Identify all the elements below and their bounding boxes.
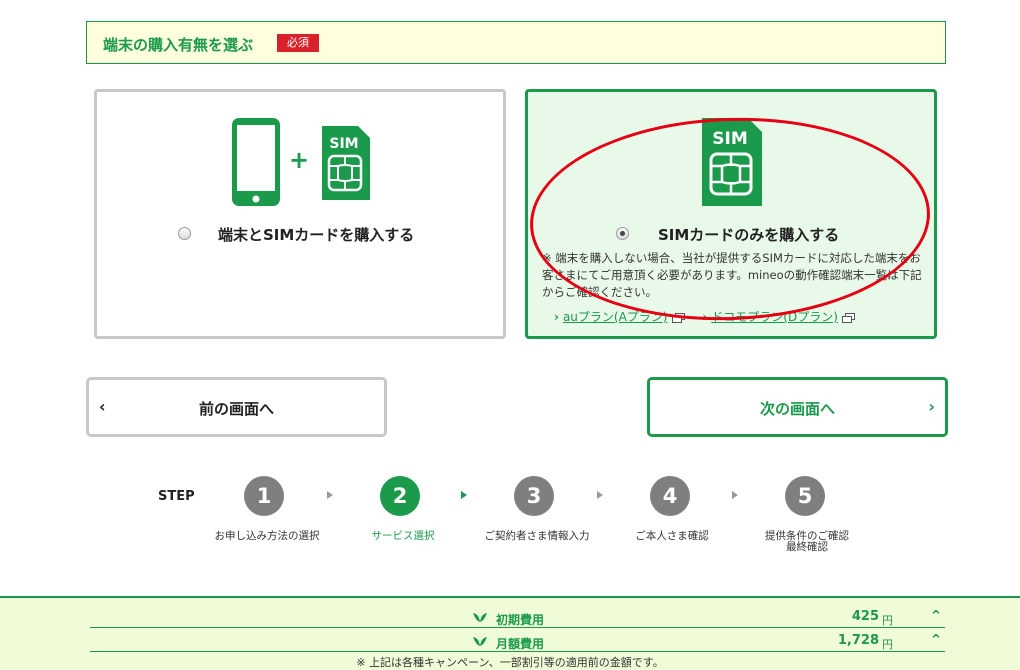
smartphone-icon [232, 118, 280, 206]
step-2-label: サービス選択 [371, 530, 435, 542]
step-5-label: 提供条件のご確認 最終確認 [765, 530, 849, 553]
step-arrow-icon [597, 491, 603, 499]
fee-name-monthly: 月額費用 [496, 637, 545, 651]
radio-device-and-sim[interactable] [178, 227, 191, 240]
section-header: 端末の購入有無を選ぶ 必須 [86, 21, 946, 64]
fee-row-monthly[interactable]: 月額費用 1,728 円 ^ [90, 628, 945, 652]
sim-card-icon: SIM [702, 118, 762, 206]
step-4-circle: 4 [650, 476, 690, 516]
external-window-icon [671, 312, 685, 323]
next-button[interactable]: 次の画面へ › [647, 377, 948, 437]
fee-row-initial[interactable]: 初期費用 425 円 ^ [90, 604, 945, 628]
fee-unit-initial: 円 [882, 614, 893, 627]
step-arrow-icon [461, 491, 467, 499]
section-title: 端末の購入有無を選ぶ [103, 36, 254, 54]
step-arrow-icon [732, 491, 738, 499]
option-card-sim-only[interactable]: SIM SIMカードのみを購入する ※ 端末を購入しない場合、当社が提供するSI… [525, 89, 937, 339]
fee-unit-monthly: 円 [882, 638, 893, 651]
sim-card-icon: SIM [322, 126, 370, 200]
sim-card-text: SIM [712, 129, 748, 149]
step-3-label: ご契約者さま情報入力 [484, 530, 590, 542]
step-5-circle: 5 [785, 476, 825, 516]
step-arrow-icon [327, 491, 333, 499]
option-label-device-and-sim: 端末とSIMカードを購入する [218, 226, 415, 244]
step-3-circle: 3 [514, 476, 554, 516]
step-1-label: お申し込み方法の選択 [214, 530, 320, 542]
prev-button-label: 前の画面へ [198, 400, 274, 418]
fee-value-monthly: 1,728 [837, 633, 879, 648]
chevron-right-icon: › [554, 310, 559, 324]
required-badge: 必須 [277, 34, 319, 52]
chevron-right-icon: › [702, 310, 708, 324]
radio-sim-only[interactable] [616, 227, 629, 240]
step-1-circle: 1 [244, 476, 284, 516]
sim-only-note: ※ 端末を購入しない場合、当社が提供するSIMカードに対応した端末をお客さまにて… [542, 251, 922, 299]
chevron-up-icon[interactable]: ^ [931, 632, 941, 646]
leaf-icon [473, 637, 487, 646]
plus-icon: + [289, 146, 310, 174]
fee-name-initial: 初期費用 [496, 613, 545, 627]
prev-button[interactable]: ‹ 前の画面へ [86, 377, 387, 437]
next-button-label: 次の画面へ [759, 400, 835, 418]
step-4-label: ご本人さま確認 [635, 530, 709, 542]
option-card-device-and-sim[interactable]: + SIM 端末とSIMカードを購入する [94, 89, 506, 339]
fee-value-initial: 425 [851, 609, 879, 624]
chevron-right-icon: › [928, 397, 935, 416]
chevron-up-icon[interactable]: ^ [931, 608, 941, 622]
sim-card-text: SIM [329, 136, 358, 152]
fee-summary-panel: 初期費用 425 円 ^ 月額費用 1,728 円 ^ ※ 上記は各種キャンペー… [0, 596, 1020, 670]
link-docomo-plan[interactable]: ドコモプラン(Dプラン) [711, 310, 838, 324]
link-au-plan[interactable]: auプラン(Aプラン) [563, 310, 668, 324]
option-label-sim-only: SIMカードのみを購入する [658, 226, 840, 244]
leaf-icon [473, 613, 487, 622]
device-list-links: › auプラン(Aプラン) › ドコモプラン(Dプラン) [554, 308, 855, 325]
step-2-circle: 2 [380, 476, 420, 516]
external-window-icon [841, 312, 855, 323]
step-title: STEP [158, 489, 195, 504]
